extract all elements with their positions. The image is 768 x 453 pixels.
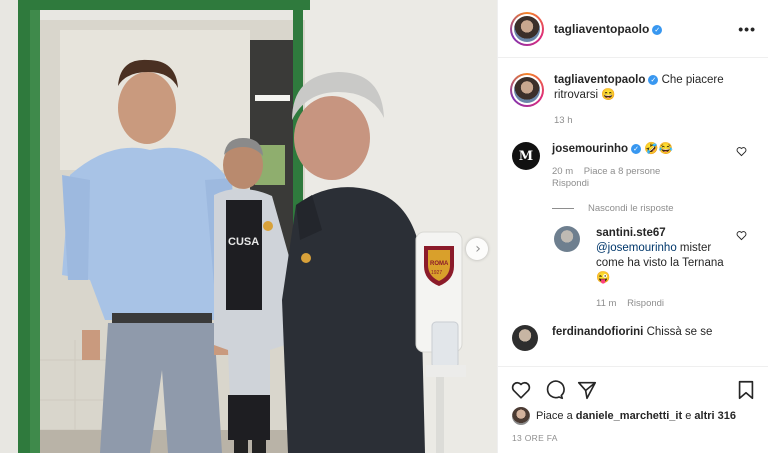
reply-link[interactable]: Rispondi <box>627 298 664 309</box>
comment-meta: 20 m Piace a 8 persone <box>552 166 661 177</box>
like-reply-heart-icon[interactable] <box>736 230 747 241</box>
comment-item: ferdinandofiorini Chissà se se <box>510 309 757 351</box>
verified-badge-icon: ✓ <box>652 24 663 35</box>
photo-badge-year: 1927 <box>431 270 442 276</box>
verified-badge-icon: ✓ <box>631 144 642 154</box>
like-comment-heart-icon[interactable] <box>736 146 747 157</box>
reply-link[interactable]: Rispondi <box>552 178 732 189</box>
comment-author[interactable]: josemourinho <box>552 143 628 155</box>
more-options-icon[interactable]: ••• <box>738 21 756 37</box>
comment-text: ferdinandofiorini Chissà se se <box>552 326 713 338</box>
m-logo-icon: M <box>518 148 534 164</box>
save-bookmark-icon[interactable] <box>735 379 757 401</box>
likes-summary: Piace a daniele_marchetti_it e altri 316 <box>498 403 768 425</box>
liker-username[interactable]: daniele_marchetti_it <box>576 410 682 422</box>
caption-avatar[interactable] <box>510 73 544 107</box>
verified-badge-icon: ✓ <box>648 75 659 85</box>
replier-avatar[interactable] <box>554 226 580 252</box>
liker-avatar[interactable] <box>512 407 530 425</box>
comment-item: M josemourinho ✓ 🤣😂 20 m Piace a 8 person… <box>510 126 757 189</box>
author-username[interactable]: tagliaventopaolo ✓ <box>554 22 663 36</box>
commenter-avatar[interactable]: M <box>512 142 540 170</box>
commenter-avatar[interactable] <box>512 325 538 351</box>
chevron-right-icon: › <box>475 241 481 257</box>
caption-author[interactable]: tagliaventopaolo <box>554 74 645 86</box>
comments-section[interactable]: tagliaventopaolo ✓ Che piacere ritrovarsi… <box>498 59 768 366</box>
reply-author[interactable]: santini.ste67 <box>596 227 666 239</box>
share-send-icon[interactable] <box>576 379 598 401</box>
other-likes-link[interactable]: altri 316 <box>694 410 736 422</box>
post-timestamp: 13 ORE FA <box>512 433 558 443</box>
post-side-panel: tagliaventopaolo ✓ ••• tagliaventopaolo ✓ … <box>497 0 768 453</box>
reply-item: santini.ste67 @josemourinho mister come … <box>510 214 757 309</box>
photo-illustration: CUSA ROMA 1927 <box>0 0 497 453</box>
reply-meta: 11 m Rispondi <box>596 298 665 309</box>
hide-replies-toggle[interactable]: Nascondi le risposte <box>552 203 757 214</box>
caption: tagliaventopaolo ✓ Che piacere ritrovarsi… <box>510 59 757 126</box>
photo-badge-team: ROMA <box>430 261 449 267</box>
post-photo: CUSA ROMA 1927 › <box>0 0 497 453</box>
post-actions-bar: Piace a daniele_marchetti_it e altri 316… <box>498 366 768 453</box>
divider <box>552 208 574 209</box>
comment-author[interactable]: ferdinandofiorini <box>552 326 643 338</box>
next-photo-button[interactable]: › <box>466 238 488 260</box>
instagram-post-view: CUSA ROMA 1927 › tagliaventopaolo ✓ ••• … <box>0 0 768 453</box>
caption-text: tagliaventopaolo ✓ Che piacere ritrovarsi… <box>554 73 744 103</box>
comment-text: josemourinho ✓ 🤣😂 <box>552 143 673 155</box>
comment-likes-link[interactable]: Piace a 8 persone <box>584 166 661 177</box>
avatar-image <box>514 15 540 42</box>
comment-bubble-icon[interactable] <box>543 379 565 401</box>
caption-time: 13 h <box>554 115 573 126</box>
post-header: tagliaventopaolo ✓ ••• <box>498 0 768 58</box>
reply-mention[interactable]: @josemourinho <box>596 242 677 254</box>
photo-jersey-text: CUSA <box>228 236 259 248</box>
author-avatar[interactable] <box>510 11 544 46</box>
reply-text: santini.ste67 @josemourinho mister come … <box>596 227 724 284</box>
like-heart-icon[interactable] <box>510 379 532 401</box>
